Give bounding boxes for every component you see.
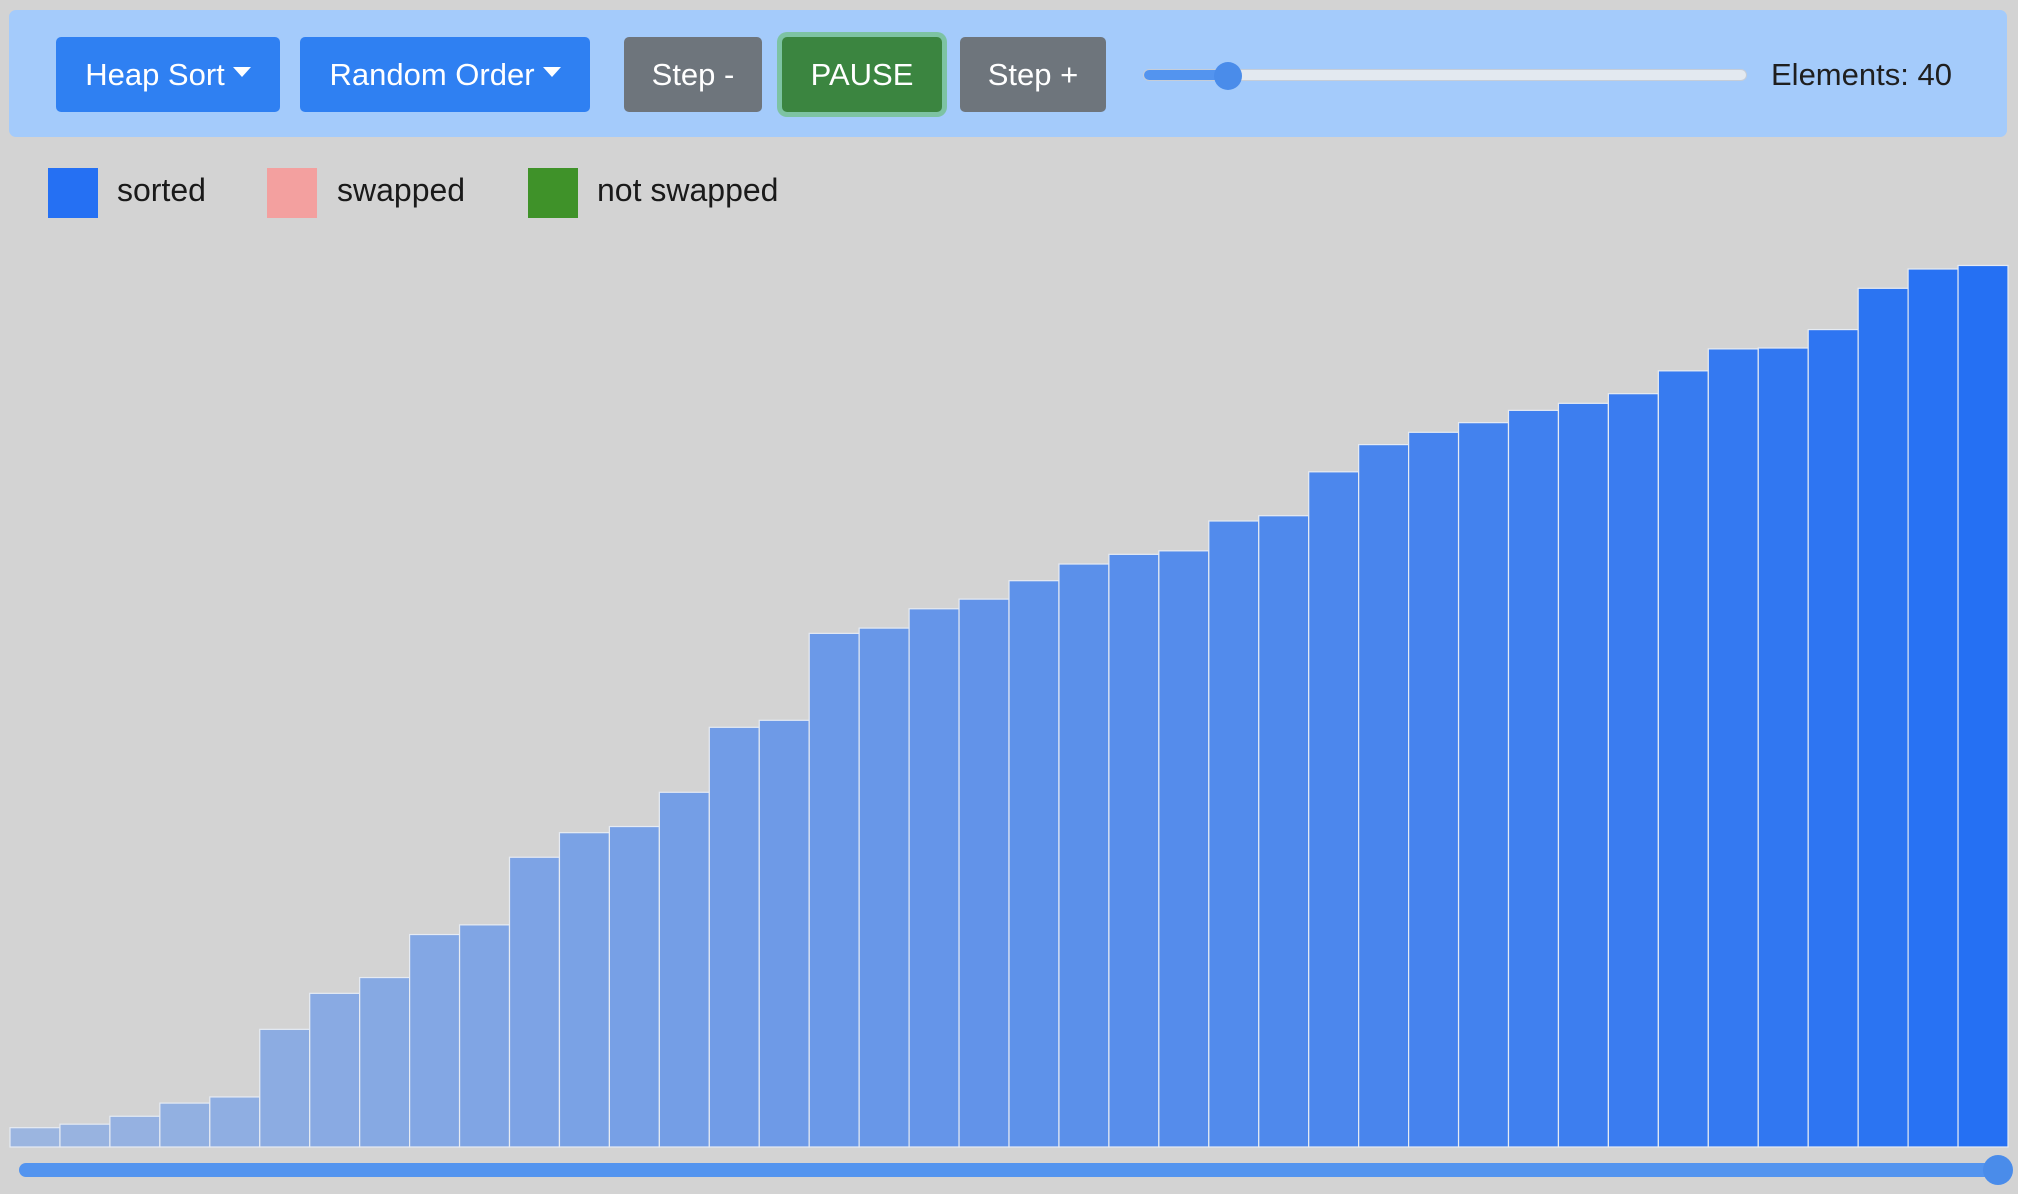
chart-bar	[1957, 264, 2009, 1148]
chart-bar	[1807, 328, 1859, 1148]
chart-bar	[1607, 393, 1659, 1148]
chart-bar	[1258, 515, 1310, 1148]
progress-slider-track[interactable]	[19, 1163, 1998, 1177]
chart-bar	[9, 1127, 61, 1148]
progress-slider-fill	[19, 1163, 1998, 1177]
bar-chart	[9, 264, 2009, 1148]
chart-bar	[1407, 431, 1460, 1148]
chart-bar	[1457, 422, 1510, 1148]
chart-bar	[1907, 268, 1959, 1148]
chart-bar	[608, 825, 660, 1148]
chart-bar	[109, 1115, 161, 1148]
progress-slider[interactable]	[19, 1153, 2013, 1185]
chart-bar	[958, 598, 1010, 1148]
chart-bar	[409, 933, 461, 1148]
chart-bar	[1358, 444, 1410, 1148]
progress-slider-thumb[interactable]	[1983, 1155, 2013, 1185]
chart-bar	[209, 1096, 261, 1148]
chart-bar	[359, 976, 411, 1148]
chart-bar	[1058, 563, 1110, 1148]
chart-bar	[458, 924, 511, 1148]
chart-bar	[259, 1028, 311, 1148]
chart-bar	[1308, 471, 1360, 1148]
chart-bar	[558, 832, 611, 1148]
chart-bar	[59, 1123, 111, 1148]
chart-bar	[1208, 520, 1260, 1148]
chart-bar	[1008, 580, 1060, 1148]
chart-bar	[858, 627, 910, 1148]
chart-bar	[758, 719, 810, 1148]
chart-bar	[1507, 409, 1560, 1148]
chart-bar	[708, 726, 760, 1148]
chart-bar	[1857, 287, 1909, 1148]
chart-bar	[1657, 370, 1709, 1148]
chart-bar	[1557, 402, 1609, 1148]
chart-bar	[1108, 553, 1160, 1148]
chart-bar	[309, 992, 361, 1148]
chart-bar	[159, 1102, 211, 1148]
chart-bar	[1707, 348, 1759, 1148]
chart-bar	[508, 856, 561, 1148]
chart-bar	[808, 632, 860, 1148]
chart-bar	[1757, 347, 1809, 1148]
chart-bar	[908, 608, 960, 1148]
chart-bar	[1158, 550, 1210, 1148]
chart-bar	[658, 791, 710, 1148]
